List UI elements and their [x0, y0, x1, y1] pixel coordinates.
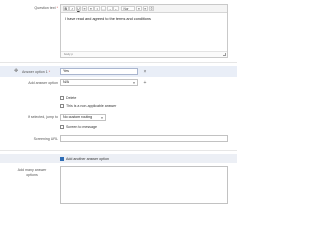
add-many-textarea[interactable]: [60, 166, 228, 204]
screen-out-checkbox-row[interactable]: Screen to message: [60, 125, 97, 129]
chevron-down-icon: ▼: [100, 115, 104, 120]
drag-handle-icon[interactable]: ✥: [14, 69, 19, 74]
add-option-icon[interactable]: +: [142, 80, 148, 86]
delete-label: Delete: [66, 96, 77, 100]
divider: [0, 150, 237, 151]
screening-url-input[interactable]: [60, 135, 228, 142]
editor-content[interactable]: I have read and agreed to the terms and …: [65, 17, 151, 21]
screening-url-label: Screening URL: [33, 136, 58, 141]
answer-option-input[interactable]: Yes: [60, 68, 138, 75]
add-another-checkbox[interactable]: [60, 156, 64, 161]
editor-status-path: body p: [61, 51, 227, 57]
question-text-label: Question text *: [34, 6, 58, 10]
bullet-list-button[interactable]: •: [94, 5, 100, 12]
indent-button[interactable]: →: [107, 5, 113, 12]
delete-checkbox-row[interactable]: Delete: [60, 96, 76, 100]
resize-handle-icon[interactable]: [223, 53, 226, 56]
question-text-editor[interactable]: B I U ≡ ≡ • … → ← Nor ≡ ≡ © I have read …: [60, 4, 228, 58]
add-many-label: Add many answer options: [17, 168, 47, 177]
add-another-row: [0, 154, 237, 163]
align-center-button[interactable]: ≡: [88, 5, 94, 12]
ordered-list-button[interactable]: ≡: [142, 5, 149, 12]
remove-option-icon[interactable]: ×: [142, 69, 148, 75]
jump-to-value: No custom routing: [63, 114, 93, 119]
align-left-button[interactable]: ≡: [81, 5, 88, 12]
underline-button[interactable]: U: [75, 5, 82, 12]
italic-button[interactable]: I: [69, 5, 75, 12]
jump-to-label: If selected, jump to: [27, 115, 58, 119]
screen-out-label: Screen to message: [66, 125, 97, 129]
special-char-button[interactable]: ©: [148, 5, 155, 12]
add-answer-option-select[interactable]: N/A ▼: [60, 79, 138, 86]
add-answer-option-value: N/A: [63, 80, 69, 84]
delete-checkbox[interactable]: [60, 96, 64, 100]
bold-button[interactable]: B: [63, 5, 69, 12]
add-another-label: Add another answer option: [66, 156, 109, 161]
add-answer-option-label: Add answer option: [28, 80, 58, 85]
style-select[interactable]: Nor: [121, 5, 136, 12]
answer-option-label: Answer option 1 *: [22, 69, 51, 74]
jump-to-select[interactable]: No custom routing ▼: [60, 113, 106, 121]
chevron-down-icon: ▼: [132, 81, 136, 85]
more-button[interactable]: …: [100, 5, 107, 12]
outdent-button[interactable]: ←: [113, 5, 119, 12]
editor-toolbar: B I U ≡ ≡ • … → ← Nor ≡ ≡ ©: [61, 5, 227, 13]
add-another-button[interactable]: Add another answer option: [60, 156, 109, 161]
screen-out-checkbox[interactable]: [60, 125, 64, 129]
divider: [0, 62, 237, 63]
required-marker: *: [48, 69, 51, 74]
non-applicable-checkbox[interactable]: [60, 104, 64, 108]
list-button[interactable]: ≡: [136, 5, 142, 12]
non-applicable-label: This is a non-applicable answer: [66, 104, 117, 108]
non-applicable-checkbox-row[interactable]: This is a non-applicable answer: [60, 104, 116, 108]
required-marker: *: [56, 6, 58, 10]
